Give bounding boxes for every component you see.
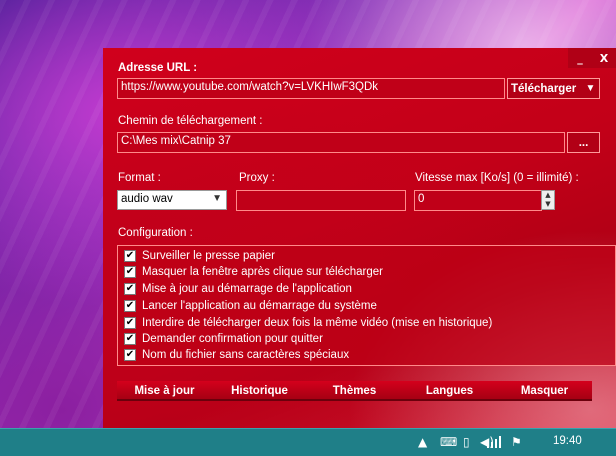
checkbox[interactable]: ✔: [124, 250, 136, 262]
history-button[interactable]: Historique: [212, 381, 307, 399]
url-input[interactable]: https://www.youtube.com/watch?v=LVKHIwF3…: [117, 78, 505, 99]
option-launch-startup[interactable]: ✔ Lancer l'application au démarrage du s…: [124, 298, 377, 314]
bottom-toolbar: Mise à jour Historique Thèmes Langues Ma…: [117, 381, 592, 401]
option-label: Surveiller le presse papier: [142, 250, 275, 262]
spin-down-icon[interactable]: ▼: [542, 200, 554, 209]
speed-input[interactable]: 0: [414, 190, 542, 211]
checkbox[interactable]: ✔: [124, 317, 136, 329]
minimize-button[interactable]: _: [568, 48, 592, 68]
app-window: _ X Adresse URL : https://www.youtube.co…: [103, 48, 616, 428]
path-input[interactable]: C:\Mes mix\Catnip 37: [117, 132, 565, 153]
option-label: Nom du fichier sans caractères spéciaux: [142, 349, 350, 361]
keyboard-icon[interactable]: ⌨: [440, 435, 457, 449]
hide-button[interactable]: Masquer: [497, 381, 592, 399]
browse-button[interactable]: ...: [567, 132, 600, 153]
config-panel: ✔ Surveiller le presse papier ✔ Masquer …: [117, 245, 616, 366]
option-label: Interdire de télécharger deux fois la mê…: [142, 317, 493, 329]
chevron-down-icon: ▼: [212, 193, 222, 204]
speed-label: Vitesse max [Ko/s] (0 = illimité) :: [415, 172, 579, 184]
update-button[interactable]: Mise à jour: [117, 381, 212, 399]
option-no-duplicate[interactable]: ✔ Interdire de télécharger deux fois la …: [124, 315, 492, 331]
checkbox[interactable]: ✔: [124, 283, 136, 295]
option-no-special-chars[interactable]: ✔ Nom du fichier sans caractères spéciau…: [124, 347, 349, 363]
close-button[interactable]: X: [592, 48, 616, 68]
option-confirm-quit[interactable]: ✔ Demander confirmation pour quitter: [124, 331, 323, 347]
taskbar-clock[interactable]: 19:40: [553, 435, 582, 447]
format-label: Format :: [118, 172, 161, 184]
phone-icon[interactable]: ▯: [463, 435, 470, 449]
speed-spinner[interactable]: ▲ ▼: [541, 190, 555, 210]
flag-icon[interactable]: ⚑: [511, 435, 522, 449]
option-label: Lancer l'application au démarrage du sys…: [142, 300, 377, 312]
format-selected-value: audio wav: [121, 193, 173, 205]
option-label: Masquer la fenêtre après clique sur télé…: [142, 266, 383, 278]
chevron-down-icon: ▼: [585, 83, 596, 94]
option-hide-window[interactable]: ✔ Masquer la fenêtre après clique sur té…: [124, 264, 383, 280]
checkbox[interactable]: ✔: [124, 300, 136, 312]
spin-up-icon[interactable]: ▲: [542, 191, 554, 200]
option-label: Demander confirmation pour quitter: [142, 333, 323, 345]
download-label: Télécharger: [511, 82, 577, 95]
themes-button[interactable]: Thèmes: [307, 381, 402, 399]
taskbar: ▲ ⌨ ▯ ◀) ⚑ 19:40: [0, 428, 616, 456]
checkbox[interactable]: ✔: [124, 333, 136, 345]
checkbox[interactable]: ✔: [124, 349, 136, 361]
proxy-label: Proxy :: [239, 172, 275, 184]
config-label: Configuration :: [118, 227, 193, 239]
option-update-startup[interactable]: ✔ Mise à jour au démarrage de l'applicat…: [124, 281, 352, 297]
url-label: Adresse URL :: [118, 62, 198, 74]
option-label: Mise à jour au démarrage de l'applicatio…: [142, 283, 352, 295]
format-select[interactable]: audio wav ▼: [117, 190, 227, 210]
download-dropdown-button[interactable]: ▼: [582, 78, 600, 99]
signal-icon[interactable]: [487, 436, 501, 451]
languages-button[interactable]: Langues: [402, 381, 497, 399]
path-label: Chemin de téléchargement :: [118, 115, 263, 127]
checkbox[interactable]: ✔: [124, 266, 136, 278]
signal-bars: [487, 436, 501, 448]
chevron-up-icon[interactable]: ▲: [418, 435, 427, 449]
proxy-input[interactable]: [236, 190, 406, 211]
option-clipboard[interactable]: ✔ Surveiller le presse papier: [124, 248, 275, 264]
